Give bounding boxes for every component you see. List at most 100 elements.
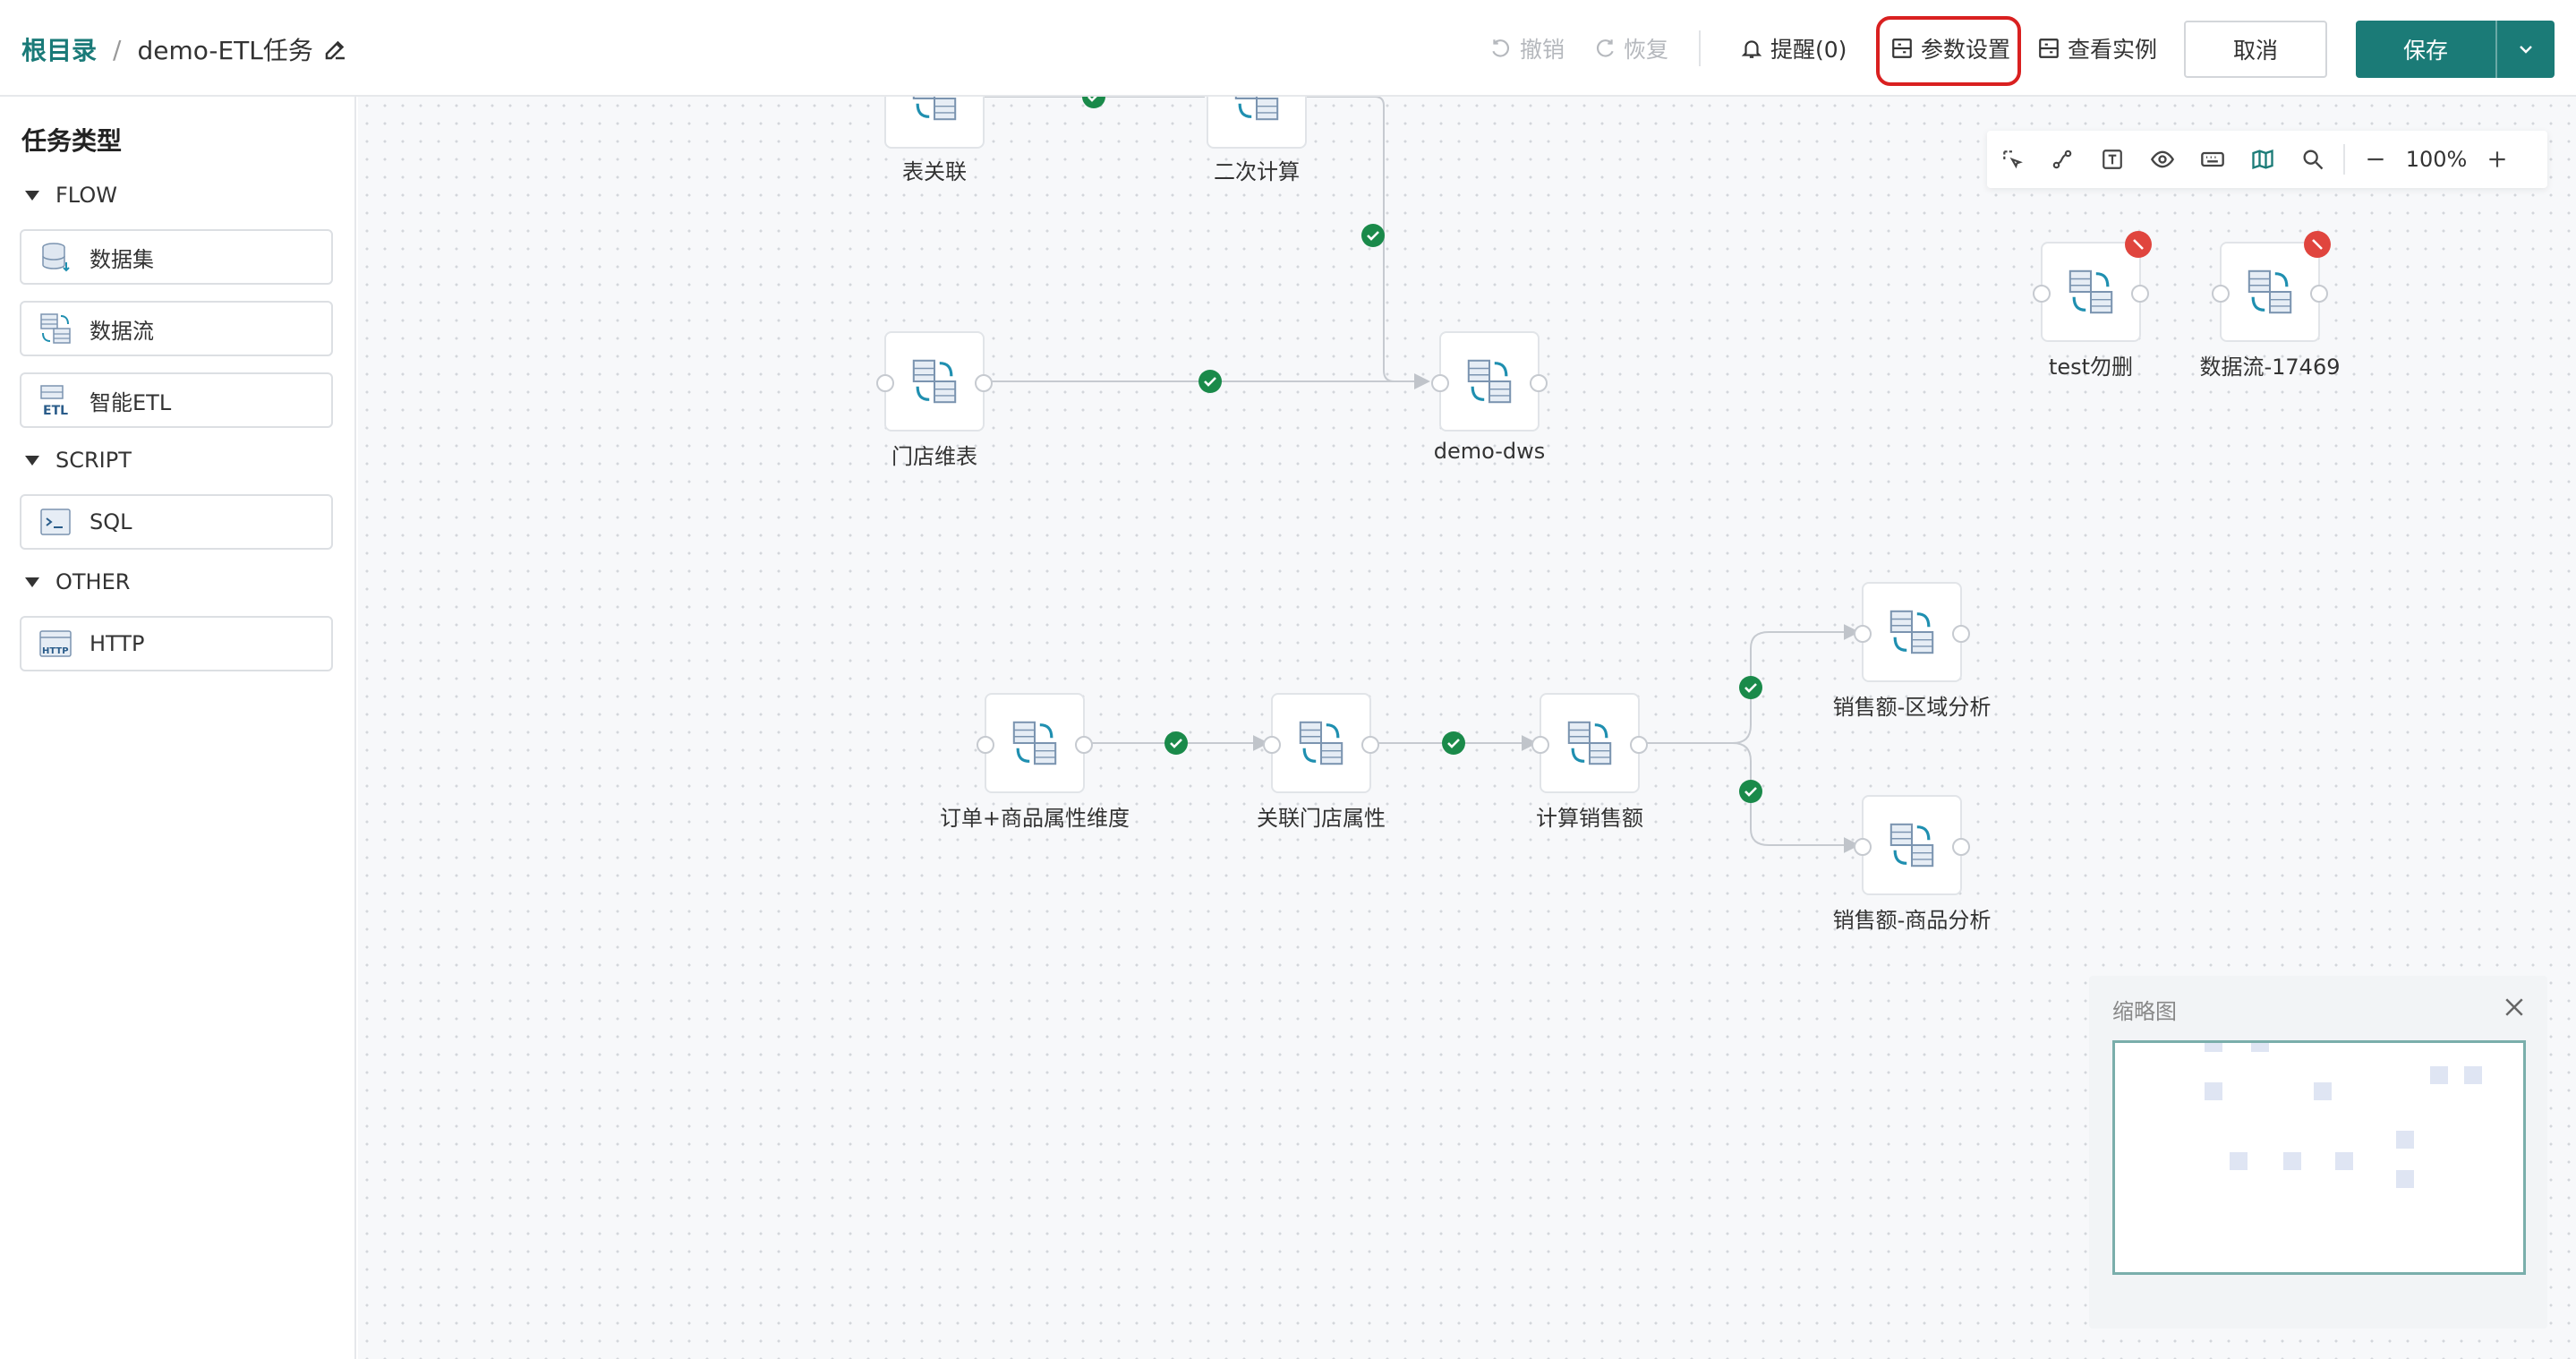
minimap-node	[2396, 1131, 2414, 1149]
task-item-dataset[interactable]: 数据集	[20, 229, 333, 285]
dataflow-icon	[2248, 269, 2292, 314]
success-icon	[1737, 778, 1764, 805]
text-icon	[2103, 150, 2122, 169]
eye-icon	[2150, 150, 2175, 168]
input-port[interactable]	[1431, 374, 1449, 392]
redo-label: 恢复	[1624, 37, 1669, 63]
group-label: OTHER	[55, 569, 131, 594]
node-order-product[interactable]	[977, 693, 1093, 793]
caret-down-icon	[25, 190, 39, 201]
input-port[interactable]	[1854, 625, 1872, 643]
instances-icon	[2039, 38, 2059, 58]
dataflow-icon	[1889, 823, 1934, 868]
minimap-toggle-button[interactable]	[2238, 131, 2288, 188]
params-settings-button[interactable]: 参数设置	[1890, 27, 2010, 70]
node-table-join[interactable]	[884, 97, 985, 149]
cancel-button[interactable]: 取消	[2184, 21, 2327, 78]
input-port[interactable]	[1531, 736, 1549, 754]
minimap-viewport[interactable]	[2112, 1040, 2526, 1275]
view-instances-label: 查看实例	[2068, 37, 2158, 63]
dataflow-icon	[1299, 721, 1343, 765]
task-item-label: 数据流	[90, 318, 154, 344]
minimap-node	[2314, 1082, 2332, 1100]
output-port[interactable]	[1075, 736, 1093, 754]
minus-icon	[2367, 158, 2384, 161]
plus-icon	[2489, 151, 2505, 167]
input-port[interactable]	[2212, 285, 2230, 303]
caret-down-icon	[25, 455, 39, 466]
svg-text:HTTP: HTTP	[42, 646, 69, 656]
caret-down-icon	[25, 577, 39, 587]
redo-icon	[1596, 39, 1614, 57]
canvas-toolbar: 100%	[1987, 131, 2547, 188]
remind-button[interactable]: 提醒(0)	[1740, 27, 1847, 70]
output-port[interactable]	[975, 374, 993, 392]
chevron-down-icon	[2520, 46, 2532, 54]
node-label: demo-dws	[1433, 439, 1546, 464]
error-icon	[2304, 231, 2331, 258]
output-port[interactable]	[1630, 736, 1648, 754]
node-test[interactable]	[2033, 231, 2152, 342]
edit-icon[interactable]	[322, 36, 349, 63]
save-dropdown-button[interactable]	[2495, 21, 2555, 78]
preview-button[interactable]	[2137, 131, 2188, 188]
input-port[interactable]	[977, 736, 994, 754]
node-calc-sales[interactable]	[1531, 693, 1648, 793]
breadcrumb: 根目录 / demo-ETL任务	[21, 27, 349, 72]
undo-button[interactable]: 撤销	[1489, 27, 1565, 70]
search-button[interactable]	[2288, 131, 2338, 188]
select-tool-button[interactable]	[1987, 131, 2037, 188]
task-item-sql[interactable]: SQL	[20, 494, 333, 550]
node-dataflow-17469[interactable]	[2212, 231, 2331, 342]
output-port[interactable]	[1952, 625, 1970, 643]
success-icon	[1197, 368, 1224, 395]
minimap-panel: 缩略图	[2089, 976, 2547, 1329]
input-port[interactable]	[1854, 838, 1872, 856]
shortcuts-button[interactable]	[2188, 131, 2238, 188]
group-flow[interactable]: FLOW	[25, 183, 117, 208]
output-port[interactable]	[1361, 736, 1379, 754]
dataflow-icon	[1234, 97, 1279, 121]
input-port[interactable]	[2033, 285, 2051, 303]
minimap-node	[2430, 1066, 2448, 1084]
node-store-dim[interactable]	[876, 331, 993, 432]
output-port[interactable]	[1530, 374, 1548, 392]
task-item-dataflow[interactable]: 数据流	[20, 301, 333, 356]
breadcrumb-root[interactable]: 根目录	[21, 31, 97, 67]
zoom-out-button[interactable]	[2350, 131, 2401, 188]
input-port[interactable]	[876, 374, 894, 392]
workflow-canvas[interactable]: 表关联 二次计算 门店维表 demo-dws test勿删 数据流-17469 …	[358, 97, 2576, 1359]
minimap-node	[2251, 1043, 2269, 1052]
redo-button[interactable]: 恢复	[1593, 27, 1668, 70]
minimap-node	[2283, 1152, 2301, 1170]
close-icon[interactable]	[2501, 994, 2528, 1021]
output-port[interactable]	[2310, 285, 2328, 303]
save-button-group: 保存	[2356, 21, 2555, 78]
zoom-level: 100%	[2405, 147, 2468, 172]
node-sales-product[interactable]	[1854, 795, 1970, 895]
node-demo-dws[interactable]	[1431, 331, 1548, 432]
sidebar-title: 任务类型	[21, 126, 123, 156]
group-script[interactable]: SCRIPT	[25, 448, 132, 473]
text-tool-button[interactable]	[2087, 131, 2137, 188]
zoom-in-button[interactable]	[2472, 131, 2522, 188]
view-instances-button[interactable]: 查看实例	[2037, 27, 2157, 70]
success-icon	[1440, 730, 1467, 756]
task-type-sidebar: 任务类型 FLOW 数据集 数据流 ETL 智能ETL SCRIPT SQL O…	[0, 97, 356, 1359]
output-port[interactable]	[2131, 285, 2149, 303]
minimap-node	[2464, 1066, 2482, 1084]
connect-tool-button[interactable]	[2037, 131, 2087, 188]
input-port[interactable]	[1263, 736, 1281, 754]
task-item-http[interactable]: HTTP HTTP	[20, 616, 333, 671]
minimap-node	[2396, 1170, 2414, 1188]
task-item-label: HTTP	[90, 631, 145, 656]
node-join-store-attr[interactable]	[1263, 693, 1379, 793]
node-sales-region[interactable]	[1854, 582, 1970, 682]
output-port[interactable]	[1952, 838, 1970, 856]
group-other[interactable]: OTHER	[25, 569, 130, 594]
error-icon	[2125, 231, 2152, 258]
node-recalc[interactable]	[1207, 97, 1307, 149]
save-button[interactable]: 保存	[2356, 21, 2495, 78]
task-item-smart-etl[interactable]: ETL 智能ETL	[20, 372, 333, 428]
task-item-label: 智能ETL	[90, 389, 172, 415]
